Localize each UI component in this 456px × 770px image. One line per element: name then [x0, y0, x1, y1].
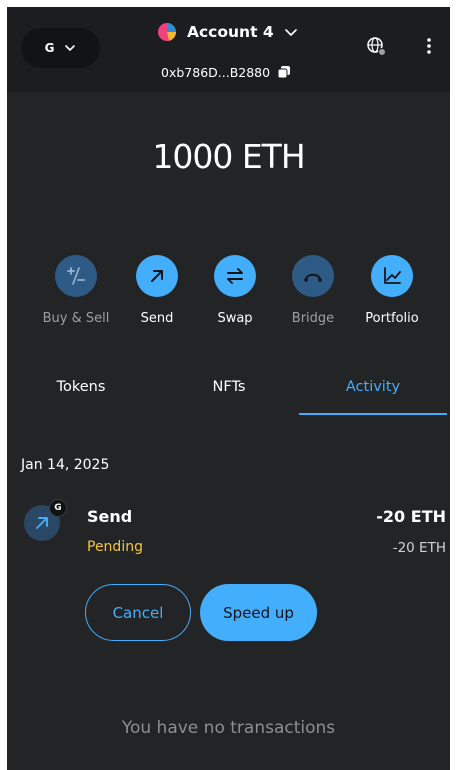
transaction-status: Pending	[87, 539, 143, 555]
account-avatar-icon	[158, 23, 177, 41]
arrow-up-right-icon	[36, 517, 48, 529]
network-badge: G	[49, 499, 67, 517]
plus-minus-icon	[55, 255, 97, 297]
action-bar: Buy & Sell Send Swap Bridge Portfolio	[7, 255, 450, 335]
wallet-frame: G Account 4 0xb786D...B2880 1000 ETH Buy…	[7, 7, 450, 770]
portfolio-label: Portfolio	[365, 311, 419, 326]
bridge-button[interactable]: Bridge	[273, 255, 353, 326]
send-button[interactable]: Send	[117, 255, 197, 326]
globe-connection-icon[interactable]	[366, 36, 386, 56]
swap-label: Swap	[217, 311, 253, 326]
empty-transactions-message: You have no transactions	[121, 718, 336, 738]
buy-sell-label: Buy & Sell	[42, 311, 110, 326]
account-name: Account 4	[187, 23, 274, 41]
bridge-icon	[292, 255, 334, 297]
chevron-down-icon	[65, 45, 76, 51]
account-selector[interactable]: Account 4	[157, 21, 298, 43]
arrow-up-right-icon	[136, 255, 178, 297]
tab-nfts[interactable]: NFTs	[155, 375, 303, 415]
chart-line-icon	[371, 255, 413, 297]
transaction-title[interactable]: Send	[87, 507, 132, 526]
header: G Account 4 0xb786D...B2880	[7, 7, 450, 92]
transaction-amount-secondary: -20 ETH	[392, 540, 446, 556]
network-selector[interactable]: G	[21, 28, 100, 68]
account-address: 0xb786D...B2880	[161, 64, 271, 80]
buy-sell-button[interactable]: Buy & Sell	[36, 255, 116, 326]
network-initial: G	[44, 41, 55, 55]
account-address-copy[interactable]: 0xb786D...B2880	[161, 63, 291, 81]
tab-tokens[interactable]: Tokens	[7, 375, 155, 415]
speed-up-button[interactable]: Speed up	[200, 584, 317, 641]
more-menu-icon[interactable]	[426, 37, 432, 55]
send-label: Send	[140, 311, 174, 326]
portfolio-button[interactable]: Portfolio	[352, 255, 432, 326]
transaction-amount: -20 ETH	[376, 507, 446, 526]
cancel-button[interactable]: Cancel	[85, 584, 191, 641]
tab-activity[interactable]: Activity	[299, 375, 447, 415]
balance-display: 1000 ETH	[152, 137, 305, 176]
chevron-down-icon	[284, 29, 297, 36]
swap-arrows-icon	[214, 255, 256, 297]
copy-icon	[277, 66, 291, 79]
tab-bar: Tokens NFTs Activity	[7, 375, 450, 415]
activity-date: Jan 14, 2025	[21, 457, 110, 473]
swap-button[interactable]: Swap	[195, 255, 275, 326]
bridge-label: Bridge	[291, 311, 335, 326]
